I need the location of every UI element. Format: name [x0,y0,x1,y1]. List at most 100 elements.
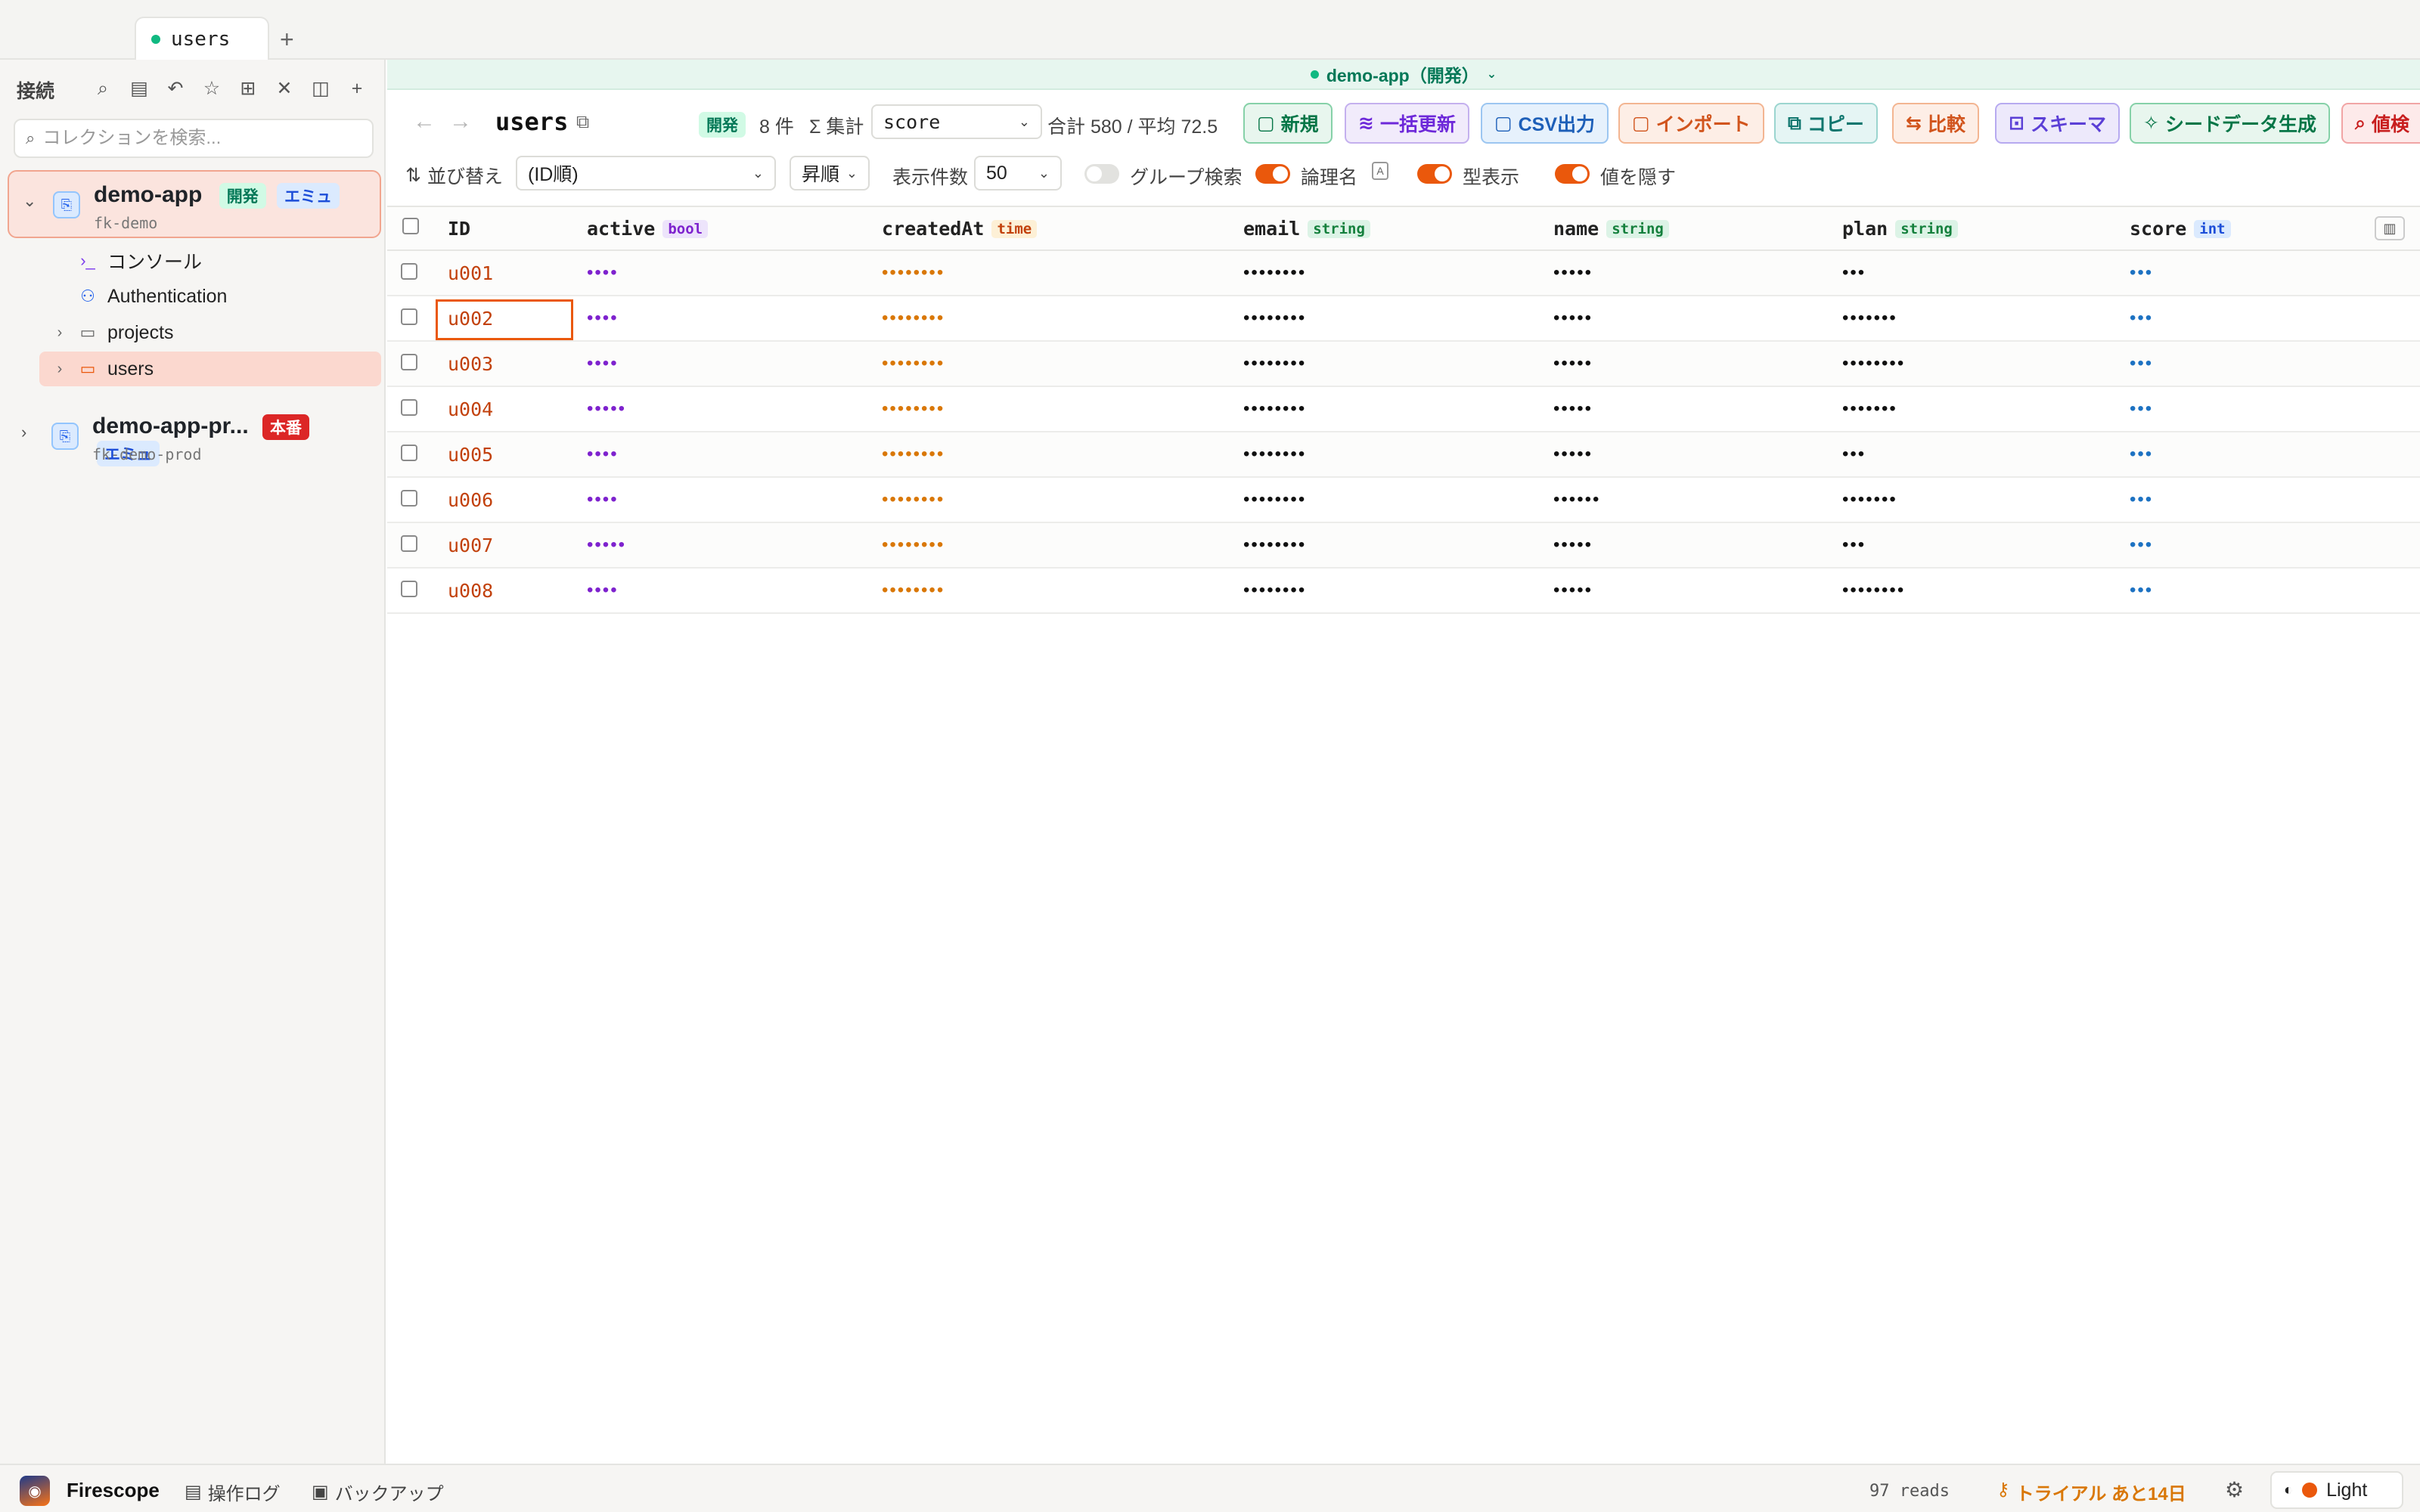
document-id-cell[interactable]: u006 [448,489,493,511]
cell-email[interactable]: •••••••• [1243,262,1306,284]
cell-score[interactable]: ••• [2130,353,2153,374]
cell-createdat[interactable]: •••••••• [882,444,945,465]
row-checkbox[interactable] [401,263,417,280]
cell-plan[interactable]: •••••••• [1842,580,1905,601]
cell-active[interactable]: •••• [587,308,619,329]
cell-plan[interactable]: ••• [1842,534,1866,556]
cell-active[interactable]: ••••• [587,534,626,556]
column-header-email[interactable]: email string [1243,218,1370,240]
document-id-cell[interactable]: u004 [448,398,493,420]
tree-item-users[interactable]: › ▭ users [39,352,381,386]
value-search-button[interactable]: ⌕ 値検 [2341,103,2420,144]
compare-button[interactable]: ⇆ 比較 [1892,103,1979,144]
table-row[interactable]: u002 •••• •••••••• •••••••• ••••• ••••••• ••• [387,296,2420,342]
import-button[interactable]: ▢ インポート [1618,103,1764,144]
cell-createdat[interactable]: •••••••• [882,353,945,374]
copy-button[interactable]: ⧉ コピー [1774,103,1878,144]
cell-email[interactable]: •••••••• [1243,353,1306,374]
new-document-button[interactable]: ▢ 新規 [1243,103,1333,144]
cell-score[interactable]: ••• [2130,308,2153,329]
cell-score[interactable]: ••• [2130,489,2153,510]
row-checkbox[interactable] [401,354,417,370]
undo-icon[interactable]: ↶ [157,73,194,104]
theme-toggle[interactable]: ◐ Light [2270,1471,2403,1509]
collapse-icon[interactable]: ✕ [266,73,302,104]
tree-item-authentication[interactable]: ⚇ Authentication [39,279,381,314]
cell-score[interactable]: ••• [2130,534,2153,556]
sort-order-select[interactable]: 昇順 ⌄ [790,156,870,191]
cell-createdat[interactable]: •••••••• [882,580,945,601]
cell-email[interactable]: •••••••• [1243,534,1306,556]
bulk-update-button[interactable]: ≋ 一括更新 [1345,103,1469,144]
schema-button[interactable]: ⊡ スキーマ [1995,103,2120,144]
cell-active[interactable]: •••• [587,489,619,510]
copy-icon[interactable]: ⧉ [576,112,589,133]
csv-export-button[interactable]: ▢ CSV出力 [1481,103,1609,144]
tree-item-projects[interactable]: › ▭ projects [39,315,381,350]
cell-active[interactable]: •••• [587,262,619,284]
cell-name[interactable]: ••••• [1553,353,1593,374]
chevron-right-icon[interactable]: › [51,324,68,342]
folder-plus-icon[interactable]: ⊞ [230,73,266,104]
cell-name[interactable]: ••••• [1553,262,1593,284]
connection-demo-app-prod[interactable]: › ⎘ demo-app-pr... 本番 エミュ fk-demo-prod [8,403,381,471]
sort-field-select[interactable]: (ID順) ⌄ [516,156,776,191]
cell-plan[interactable]: ••• [1842,262,1866,284]
table-row[interactable]: u001 •••• •••••••• •••••••• ••••• ••• ••• [387,251,2420,296]
cell-createdat[interactable]: •••••••• [882,262,945,284]
column-header-name[interactable]: name string [1553,218,1669,240]
cell-score[interactable]: ••• [2130,398,2153,420]
cell-plan[interactable]: ••• [1842,444,1866,465]
document-id-cell[interactable]: u005 [448,444,493,466]
environment-bar[interactable]: demo-app（開発） ⌄ [387,60,2420,90]
columns-icon[interactable]: ▥ [2375,216,2405,240]
backup-button[interactable]: ▣ バックアップ [312,1479,444,1505]
back-arrow-icon[interactable]: ← [413,109,436,135]
column-header-plan[interactable]: plan string [1842,218,1958,240]
column-header-createdat[interactable]: createdAt time [882,218,1038,240]
row-checkbox[interactable] [401,445,417,461]
row-checkbox[interactable] [401,399,417,416]
document-id-cell[interactable]: u003 [448,353,493,375]
page-size-select[interactable]: 50 ⌄ [974,156,1062,191]
collection-search[interactable]: ⌕ [14,119,374,158]
table-row[interactable]: u005 •••• •••••••• •••••••• ••••• ••• ••• [387,432,2420,478]
row-checkbox[interactable] [401,490,417,507]
cell-name[interactable]: ••••• [1553,308,1593,329]
select-all-checkbox[interactable] [402,218,419,234]
hide-values-toggle[interactable] [1555,164,1590,184]
cell-active[interactable]: •••• [587,580,619,601]
aggregate-toggle[interactable]: Σ 集計 [809,112,864,139]
file-icon[interactable]: ▤ [121,73,157,104]
seed-data-button[interactable]: ✧ シードデータ生成 [2130,103,2330,144]
column-header-active[interactable]: active bool [587,218,709,240]
panel-icon[interactable]: ◫ [302,73,339,104]
column-header-id[interactable]: ID [448,218,470,240]
table-row[interactable]: u007 ••••• •••••••• •••••••• ••••• ••• ••• [387,523,2420,569]
cell-email[interactable]: •••••••• [1243,444,1306,465]
cell-createdat[interactable]: •••••••• [882,308,945,329]
table-row[interactable]: u004 ••••• •••••••• •••••••• ••••• ••••••• ••• [387,387,2420,432]
cell-name[interactable]: ••••• [1553,580,1593,601]
cell-active[interactable]: •••• [587,353,619,374]
collection-search-input[interactable] [42,128,346,149]
cell-plan[interactable]: ••••••• [1842,308,1897,329]
star-icon[interactable]: ☆ [194,73,230,104]
cell-score[interactable]: ••• [2130,262,2153,284]
tree-item-console[interactable]: ›_ コンソール [39,243,381,278]
cell-email[interactable]: •••••••• [1243,308,1306,329]
cell-score[interactable]: ••• [2130,580,2153,601]
cell-name[interactable]: ••••• [1553,398,1593,420]
cell-name[interactable]: ••••• [1553,534,1593,556]
table-row[interactable]: u008 •••• •••••••• •••••••• ••••• •••••••• ••• [387,569,2420,614]
document-id-cell[interactable]: u002 [448,308,493,330]
row-checkbox[interactable] [401,581,417,597]
add-tab-button[interactable]: + [280,26,294,54]
document-id-cell[interactable]: u001 [448,262,493,284]
forward-arrow-icon[interactable]: → [449,109,472,135]
logical-name-toggle[interactable] [1255,164,1290,184]
row-checkbox[interactable] [401,308,417,325]
connection-demo-app[interactable]: ⌄ ⎘ demo-app 開発 エミュ fk-demo [8,170,381,238]
cell-email[interactable]: •••••••• [1243,398,1306,420]
cell-active[interactable]: ••••• [587,398,626,420]
